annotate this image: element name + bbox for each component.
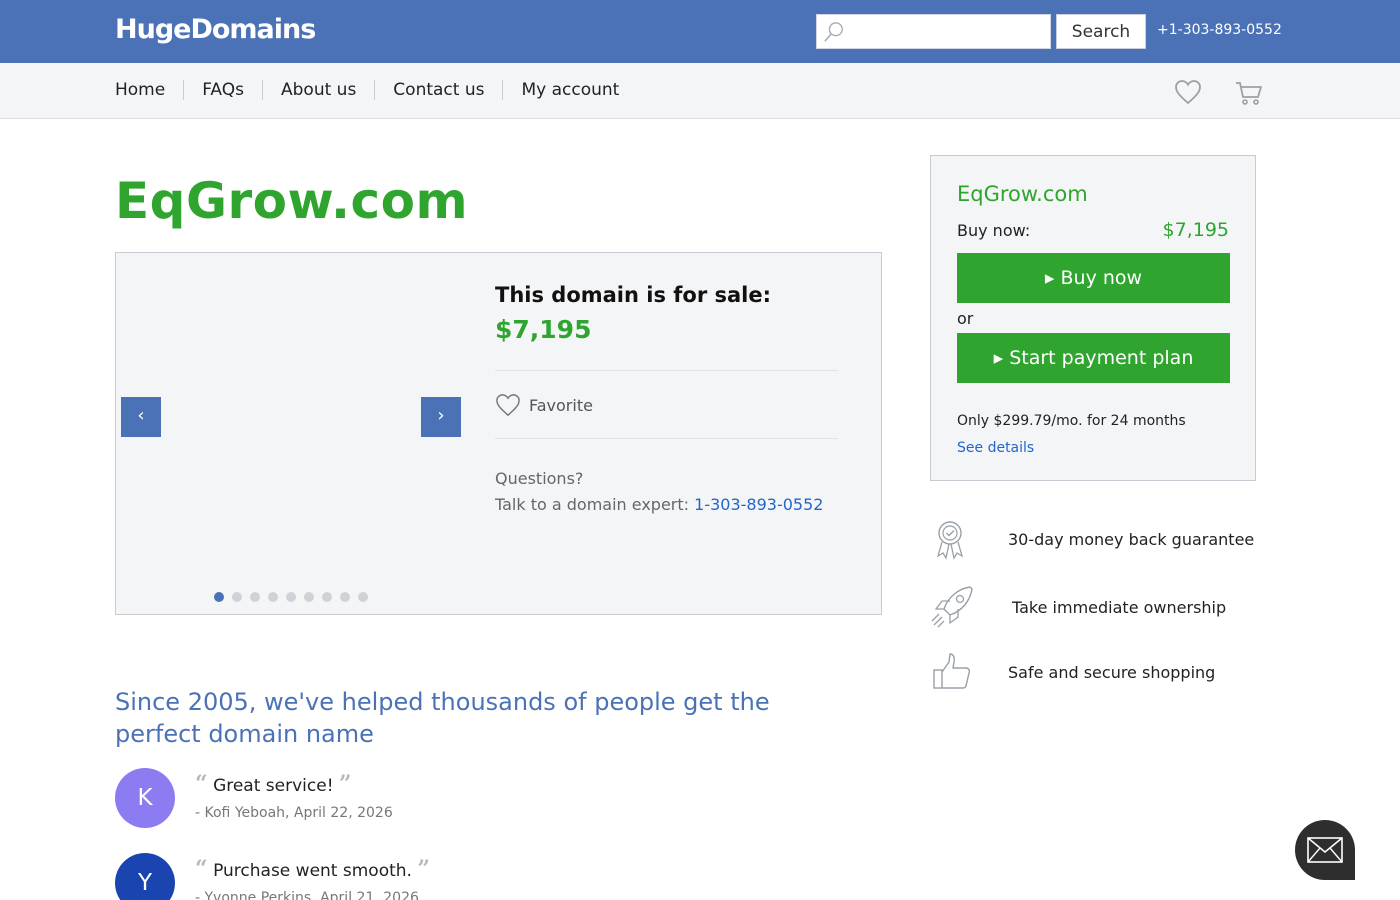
feature-money-back: 30-day money back guarantee: [930, 517, 1254, 561]
nav-bar: Home FAQs About us Contact us My account: [0, 63, 1400, 119]
expert-phone-link[interactable]: 1-303-893-0552: [694, 495, 823, 514]
review-text: Great service!: [213, 776, 334, 796]
buy-now-price: $7,195: [1162, 219, 1229, 241]
award-ribbon-icon: [936, 521, 964, 560]
carousel-dots: [214, 592, 376, 602]
search-box[interactable]: [816, 14, 1051, 49]
feature-label: Take immediate ownership: [1012, 597, 1227, 617]
search-button[interactable]: Search: [1056, 14, 1146, 49]
testimonials-heading: Since 2005, we've helped thousands of pe…: [115, 688, 770, 748]
carousel-dot[interactable]: [214, 592, 224, 602]
feature-ownership: Take immediate ownership: [930, 585, 1226, 629]
nav-home[interactable]: Home: [115, 80, 183, 100]
start-payment-plan-button[interactable]: ▸ Start payment plan: [957, 333, 1230, 383]
divider: [495, 370, 838, 371]
avatar: Y: [115, 853, 175, 900]
carousel-dot[interactable]: [268, 592, 278, 602]
carousel-dot[interactable]: [232, 592, 242, 602]
buybox-domain-name: EqGrow.com: [957, 182, 1088, 206]
heart-icon: [496, 394, 520, 417]
search-icon: [824, 22, 843, 42]
talk-prefix: Talk to a domain expert:: [495, 495, 695, 514]
nav-my-account[interactable]: My account: [502, 80, 637, 100]
rocket-icon: [931, 586, 973, 628]
carousel-dot[interactable]: [304, 592, 314, 602]
see-details-link[interactable]: See details: [957, 440, 1034, 456]
logo[interactable]: HugeDomains: [115, 14, 316, 45]
top-bar: HugeDomains Search +1-303-893-0552: [0, 0, 1400, 63]
review-quote: “ Purchase went smooth. ”: [195, 856, 430, 882]
talk-to-expert: Talk to a domain expert: 1-303-893-0552: [495, 495, 823, 514]
nav-faqs[interactable]: FAQs: [183, 80, 262, 100]
questions-label: Questions?: [495, 469, 584, 488]
carousel-dot[interactable]: [250, 592, 260, 602]
buy-now-label: Buy now:: [957, 221, 1031, 240]
carousel-dot[interactable]: [322, 592, 332, 602]
sale-price: $7,195: [495, 315, 592, 344]
chat-button[interactable]: [1295, 820, 1355, 880]
review-text: Purchase went smooth.: [213, 861, 412, 881]
favorite-button[interactable]: Favorite: [495, 393, 593, 417]
buy-now-button[interactable]: ▸ Buy now: [957, 253, 1230, 303]
favorite-label: Favorite: [529, 395, 593, 415]
review-author: - Kofi Yeboah, April 22, 2026: [195, 805, 393, 821]
nav-about-us[interactable]: About us: [262, 80, 374, 100]
review-quote: “ Great service! ”: [195, 771, 352, 797]
payment-plan-info: Only $299.79/mo. for 24 months: [957, 413, 1186, 429]
for-sale-heading: This domain is for sale:: [495, 283, 772, 307]
favorites-heart-icon[interactable]: [1174, 79, 1202, 105]
envelope-icon: [1307, 837, 1343, 863]
domain-title: EqGrow.com: [115, 172, 469, 230]
buy-box: EqGrow.com Buy now: $7,195 ▸ Buy now or …: [930, 155, 1256, 481]
nav-contact-us[interactable]: Contact us: [374, 80, 502, 100]
feature-secure: Safe and secure shopping: [930, 650, 1215, 694]
carousel-dot[interactable]: [340, 592, 350, 602]
feature-label: Safe and secure shopping: [1008, 662, 1216, 682]
carousel-dot[interactable]: [286, 592, 296, 602]
carousel-prev-button[interactable]: ‹: [121, 397, 161, 437]
carousel-next-button[interactable]: ›: [421, 397, 461, 437]
review-author: - Yvonne Perkins, April 21, 2026: [195, 890, 419, 900]
divider: [495, 438, 838, 439]
or-label: or: [957, 309, 974, 328]
nav-links: Home FAQs About us Contact us My account: [115, 80, 637, 100]
thumbs-up-icon: [933, 653, 971, 689]
domain-carousel-panel: ‹ › This domain is for sale: $7,195 Favo…: [115, 252, 882, 615]
header-phone[interactable]: +1-303-893-0552: [1157, 22, 1282, 38]
cart-icon[interactable]: [1235, 80, 1263, 106]
search-input[interactable]: [849, 17, 1047, 46]
avatar: K: [115, 768, 175, 828]
carousel-dot[interactable]: [358, 592, 368, 602]
feature-label: 30-day money back guarantee: [1008, 529, 1255, 549]
